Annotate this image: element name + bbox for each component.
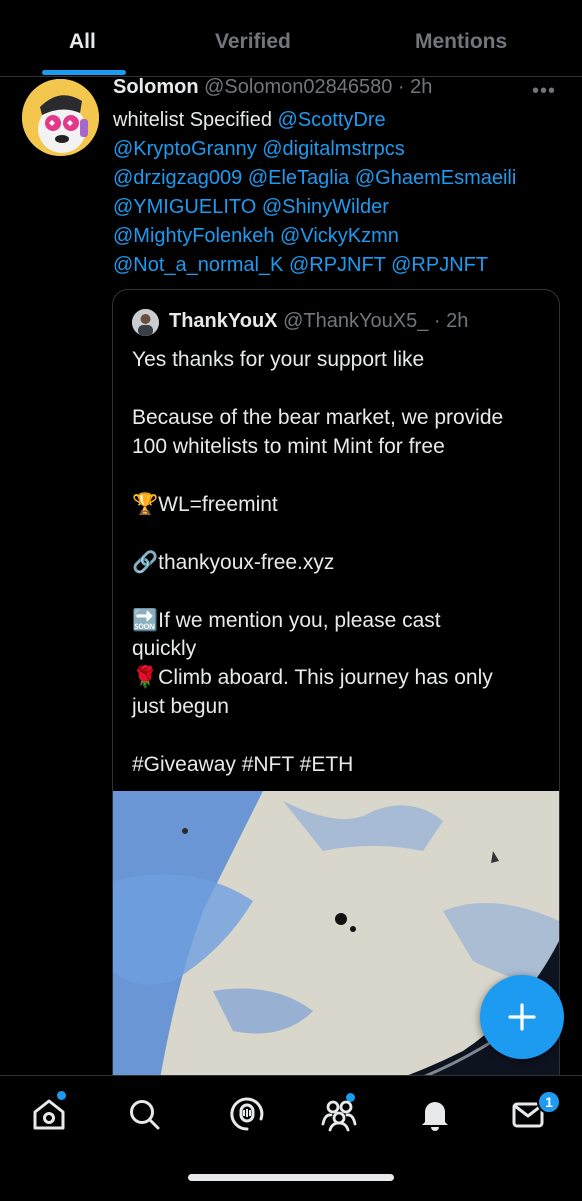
quoted-text-line: Because of the bear market, we provide: [132, 406, 504, 429]
mention-link[interactable]: @MightyFolenkeh @VickyKzmn: [113, 225, 399, 247]
spaces-icon: [230, 1097, 264, 1131]
compose-plus-icon: [508, 1003, 536, 1031]
compose-tweet-button[interactable]: [480, 975, 564, 1059]
quoted-text-line: 🔜If we mention you, please cast: [132, 609, 441, 632]
active-tab-indicator: [42, 70, 126, 75]
quoted-tweet-header: ThankYouX @ThankYouX5_ · 2h: [169, 310, 468, 333]
quoted-text-line: 100 whitelists to mint Mint for free: [132, 435, 445, 458]
quoted-tweet-time: · 2h: [433, 310, 469, 332]
author-avatar[interactable]: [22, 79, 99, 156]
author-handle[interactable]: @Solomon02846580: [204, 76, 392, 98]
tweet-line: @MightyFolenkeh @VickyKzmn: [113, 222, 563, 251]
tweet-plain-text: whitelist Specified: [113, 109, 278, 131]
quoted-text-line: quickly: [132, 637, 197, 660]
notifications-icon: [422, 1102, 448, 1131]
bottom-navigation: 1: [0, 1075, 582, 1201]
tweet-time: · 2h: [397, 76, 433, 98]
nav-home[interactable]: [29, 1094, 69, 1134]
quoted-text-line: 🏆WL=freemint: [132, 493, 278, 516]
tweet-line: @drzigzag009 @EleTaglia @GhaemEsmaeili: [113, 164, 563, 193]
quoted-text-line: just begun: [132, 695, 229, 718]
mention-link[interactable]: @drzigzag009 @EleTaglia @GhaemEsmaeili: [113, 167, 516, 189]
tweet-line: @YMIGUELITO @ShinyWilder: [113, 193, 563, 222]
mention-link[interactable]: @Not_a_normal_K @RPJNFT @RPJNFT: [113, 254, 488, 276]
tab-verified[interactable]: Verified: [215, 30, 291, 54]
quoted-text-line: Yes thanks for your support like: [132, 348, 425, 371]
timeline-tabs: All Verified Mentions: [0, 0, 582, 77]
mention-link[interactable]: @KryptoGranny @digitalmstrpcs: [113, 138, 405, 160]
nav-notifications[interactable]: [415, 1094, 455, 1134]
quoted-text-line: 🌹Climb aboard. This journey has only: [132, 666, 493, 689]
messages-badge: 1: [537, 1090, 561, 1114]
communities-icon: [321, 1100, 357, 1132]
tweet-text: whitelist Specified @ScottyDre @KryptoGr…: [113, 106, 563, 280]
tweet-line: whitelist Specified @ScottyDre: [113, 106, 563, 135]
tweet-line: @KryptoGranny @digitalmstrpcs: [113, 135, 563, 164]
home-indicator-bar: [188, 1174, 394, 1181]
nav-search[interactable]: [124, 1094, 164, 1134]
mention-link[interactable]: @YMIGUELITO @ShinyWilder: [113, 196, 389, 218]
quoted-media-image[interactable]: [113, 791, 559, 1120]
tab-all[interactable]: All: [69, 30, 96, 54]
home-unread-dot: [57, 1091, 66, 1100]
quoted-hashtags-line[interactable]: #Giveaway #NFT #ETH: [132, 753, 353, 777]
tweet-line: @Not_a_normal_K @RPJNFT @RPJNFT: [113, 251, 563, 280]
nav-communities[interactable]: [319, 1094, 359, 1134]
home-icon: [33, 1099, 65, 1130]
nav-spaces[interactable]: [227, 1094, 267, 1134]
search-icon: [130, 1100, 160, 1130]
quoted-link-line[interactable]: 🔗thankyoux-free.xyz: [132, 551, 334, 575]
quoted-author-name[interactable]: ThankYouX: [169, 310, 278, 332]
mention-link[interactable]: @ScottyDre: [278, 109, 386, 131]
more-options-icon[interactable]: •••: [532, 80, 556, 103]
quoted-author-handle[interactable]: @ThankYouX5_: [283, 310, 428, 332]
quoted-author-avatar[interactable]: [132, 309, 159, 336]
author-name[interactable]: Solomon: [113, 76, 199, 98]
tab-mentions[interactable]: Mentions: [415, 30, 507, 54]
tweet-header: Solomon @Solomon02846580 · 2h: [113, 76, 432, 99]
